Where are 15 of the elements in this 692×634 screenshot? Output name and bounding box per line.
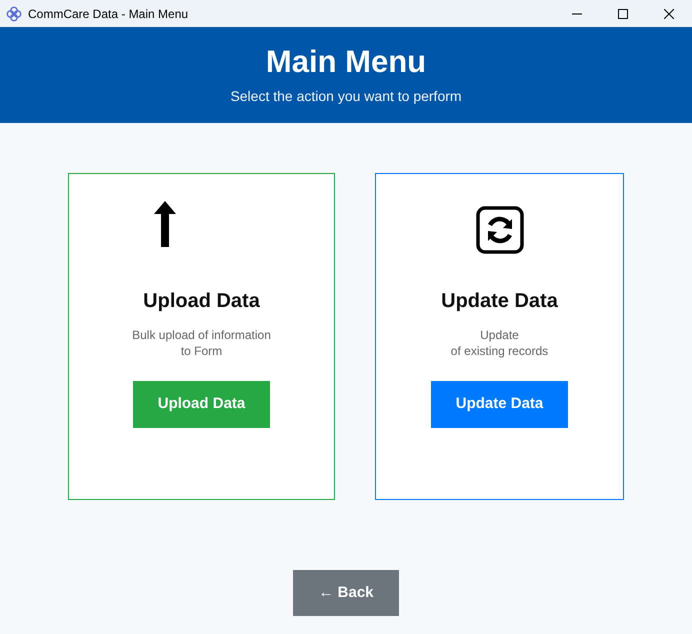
- app-logo-icon: [6, 6, 22, 22]
- window-title: CommCare Data - Main Menu: [28, 6, 188, 22]
- page-title: Main Menu: [266, 44, 426, 80]
- card-description: Bulk upload of information to Form: [132, 327, 271, 359]
- back-button[interactable]: ← Back: [293, 570, 399, 616]
- card-title: Update Data: [441, 289, 558, 314]
- close-icon: [664, 8, 674, 18]
- up-arrow-icon: [154, 201, 176, 247]
- maximize-icon: [618, 8, 628, 18]
- card-title: Upload Data: [143, 289, 260, 314]
- action-button[interactable]: Upload Data: [133, 381, 270, 428]
- action-button[interactable]: Update Data: [431, 381, 568, 428]
- refresh-icon: [476, 206, 524, 254]
- card-description: Update of existing records: [450, 327, 548, 359]
- page-subtitle: Select the action you want to perform: [230, 86, 462, 106]
